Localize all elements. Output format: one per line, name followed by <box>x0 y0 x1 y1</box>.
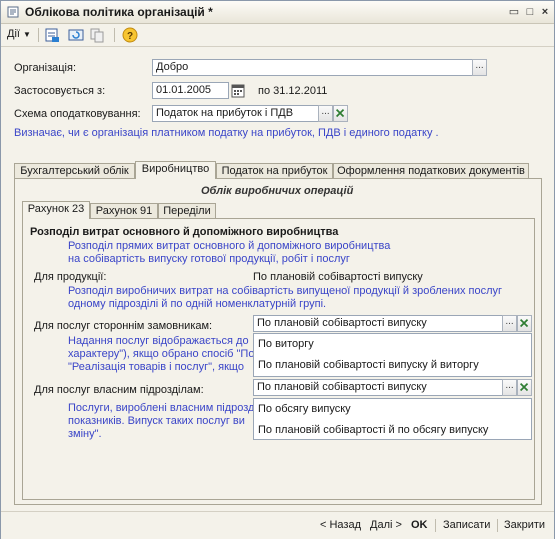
org-label: Організація: <box>14 62 76 74</box>
calendar-icon[interactable] <box>230 82 246 99</box>
external-services-note: Надання послуг відображається до характе… <box>68 335 254 374</box>
back-button[interactable]: < Назад <box>320 519 361 531</box>
subtab-account-91[interactable]: Рахунок 91 <box>90 203 158 219</box>
minimize-button[interactable]: ▭ <box>507 5 521 19</box>
policy-window: Облікова політика організацій * ▭ □ × Ді… <box>0 0 555 539</box>
external-services-clear-button[interactable] <box>517 315 532 332</box>
products-label: Для продукції: <box>34 271 107 283</box>
copy-icon[interactable] <box>89 27 105 43</box>
window-title: Облікова політика організацій * <box>25 5 213 19</box>
note-line: одному підрозділі й по одній номенклатур… <box>68 298 327 310</box>
products-note: Розподіл виробничих витрат на собівартіс… <box>68 285 502 311</box>
subtab-account-23[interactable]: Рахунок 23 <box>22 201 90 219</box>
dropdown-option[interactable]: По плановій собівартості й по обсягу вип… <box>254 420 531 441</box>
note-line: показників. Випуск таких послуг ви <box>68 415 245 427</box>
close-button[interactable]: Закрити <box>504 519 545 531</box>
org-select-button[interactable]: ... <box>472 59 487 76</box>
distribution-heading: Розподіл витрат основного й допоміжного … <box>30 226 339 238</box>
note-line: характеру"), якщо обрано спосіб "По <box>68 348 255 360</box>
subtab-stages[interactable]: Переділи <box>158 203 216 219</box>
note-line: на собівартість випуску готової продукці… <box>68 253 350 265</box>
footer-divider <box>435 519 436 532</box>
date-field[interactable]: 01.01.2005 <box>152 82 229 99</box>
tax-scheme-clear-button[interactable] <box>333 105 348 122</box>
products-value: По плановій собівартості випуску <box>253 271 423 283</box>
tax-scheme-field[interactable]: Податок на прибуток і ПДВ <box>152 105 319 122</box>
external-services-select-button[interactable]: ... <box>502 315 517 332</box>
dropdown-option[interactable]: По обсягу випуску <box>254 399 531 420</box>
section-title: Облік виробничих операцій <box>201 185 354 197</box>
tab-profit-tax[interactable]: Податок на прибуток <box>216 163 333 179</box>
dropdown-option[interactable]: По виторгу <box>254 334 531 355</box>
note-line: Розподіл виробничих витрат на собівартіс… <box>68 285 503 297</box>
refresh-icon[interactable] <box>68 27 84 43</box>
toolbar: Дії ▼ ? <box>1 24 554 47</box>
footer-bar: < Назад Далі > OK Записати Закрити <box>1 511 554 539</box>
internal-services-label: Для послуг власним підрозділам: <box>34 384 204 396</box>
internal-services-select-button[interactable]: ... <box>502 379 517 396</box>
external-services-label: Для послуг стороннім замовникам: <box>34 320 213 332</box>
actions-menu[interactable]: Дії ▼ <box>7 28 31 40</box>
clear-icon <box>519 382 529 392</box>
dropdown-option[interactable]: По плановій собівартості випуску й витор… <box>254 355 531 376</box>
note-line: Надання послуг відображається до <box>68 335 249 347</box>
help-icon[interactable]: ? <box>122 27 138 43</box>
tax-scheme-note: Визначає, чи є організація платником под… <box>14 127 439 139</box>
distribution-note: Розподіл прямих витрат основного й допом… <box>68 240 390 266</box>
toolbar-divider <box>38 28 39 42</box>
document-icon <box>7 6 19 18</box>
save-button[interactable]: Записати <box>443 519 490 531</box>
close-window-button[interactable]: × <box>538 5 552 19</box>
tax-scheme-select-button[interactable]: ... <box>318 105 333 122</box>
until-text: по 31.12.2011 <box>258 85 328 97</box>
post-document-icon[interactable] <box>44 27 60 43</box>
footer-divider <box>497 519 498 532</box>
next-button[interactable]: Далі > <box>370 519 402 531</box>
tab-accounting[interactable]: Бухгалтерський облік <box>14 163 135 179</box>
org-field[interactable]: Добро <box>152 59 473 76</box>
note-line: "Реалізація товарів і послуг", якщо <box>68 361 244 373</box>
tax-scheme-label: Схема оподатковування: <box>14 108 141 120</box>
internal-services-clear-button[interactable] <box>517 379 532 396</box>
internal-services-dropdown: По обсягу випуску По плановій собівартос… <box>253 398 532 440</box>
note-line: Послуги, вироблені власним підрозд <box>68 402 255 414</box>
note-line: Розподіл прямих витрат основного й допом… <box>68 240 391 252</box>
ok-button[interactable]: OK <box>411 519 428 531</box>
applies-label: Застосовується з: <box>14 85 106 97</box>
note-line: зміну". <box>68 428 102 440</box>
internal-services-note: Послуги, вироблені власним підрозд показ… <box>68 402 254 441</box>
title-bar: Облікова політика організацій * ▭ □ × <box>1 1 554 24</box>
actions-label: Дії <box>7 28 20 40</box>
svg-text:?: ? <box>127 31 133 42</box>
clear-icon <box>519 318 529 328</box>
toolbar-divider <box>114 28 115 42</box>
clear-icon <box>335 108 345 118</box>
chevron-down-icon: ▼ <box>23 30 31 39</box>
tab-tax-documents[interactable]: Оформлення податкових документів <box>333 163 529 179</box>
external-services-dropdown: По виторгу По плановій собівартості випу… <box>253 333 532 377</box>
internal-services-field[interactable]: По плановій собівартості випуску <box>253 379 503 396</box>
tab-production[interactable]: Виробництво <box>135 161 216 179</box>
maximize-button[interactable]: □ <box>523 5 537 19</box>
external-services-field[interactable]: По плановій собівартості випуску <box>253 315 503 332</box>
